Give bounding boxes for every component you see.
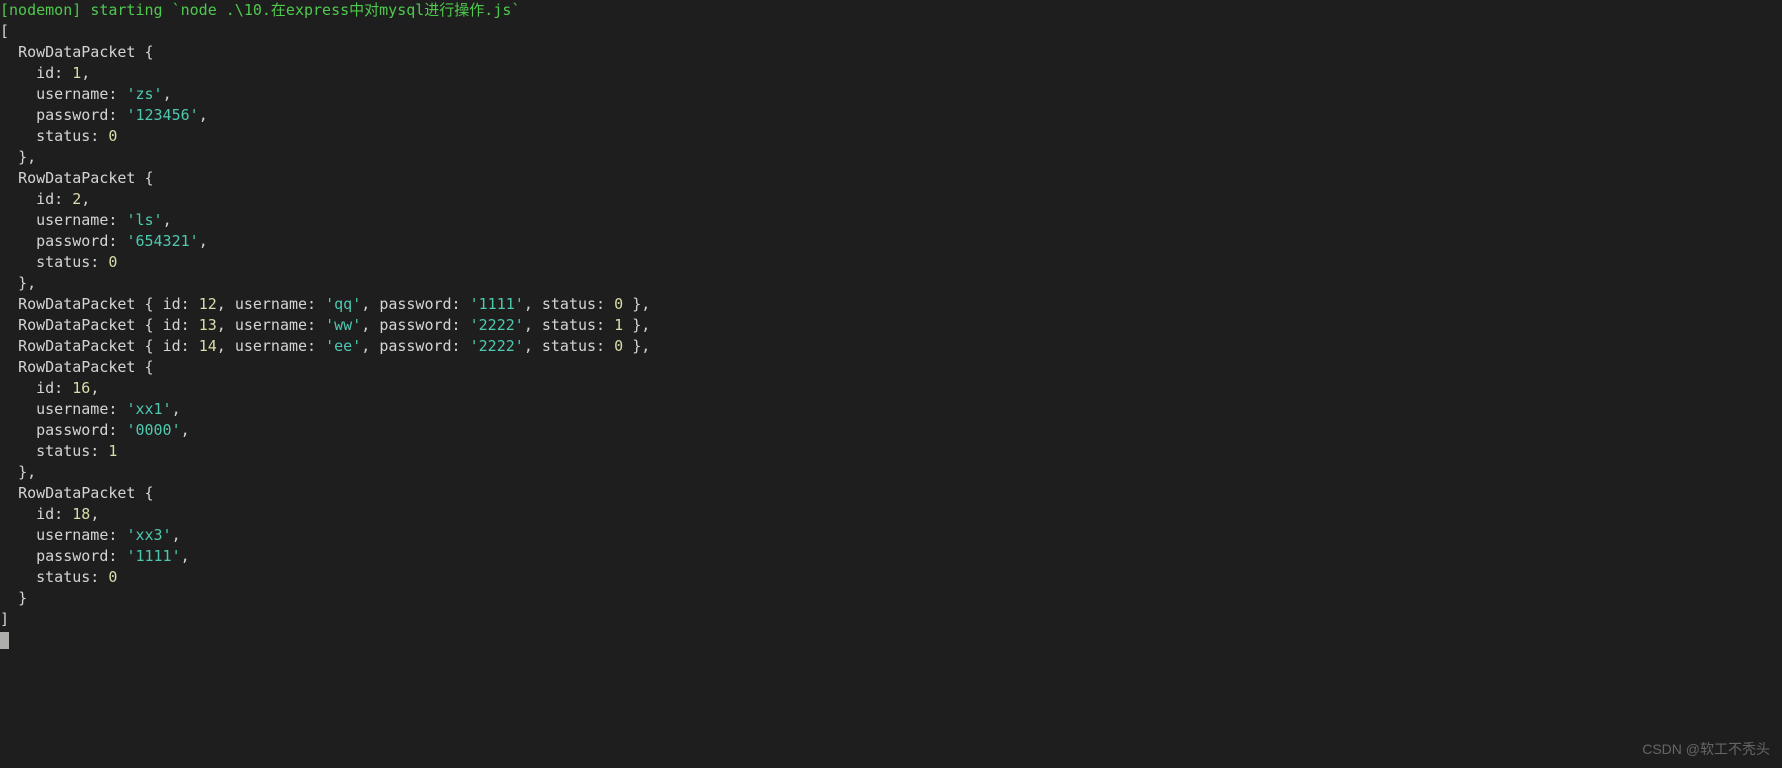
- nodemon-header: [nodemon] starting `node .\10.在express中对…: [0, 1, 520, 19]
- terminal-output: [nodemon] starting `node .\10.在express中对…: [0, 0, 1782, 651]
- cursor: [0, 632, 9, 649]
- watermark: CSDN @软工不秃头: [1642, 740, 1770, 760]
